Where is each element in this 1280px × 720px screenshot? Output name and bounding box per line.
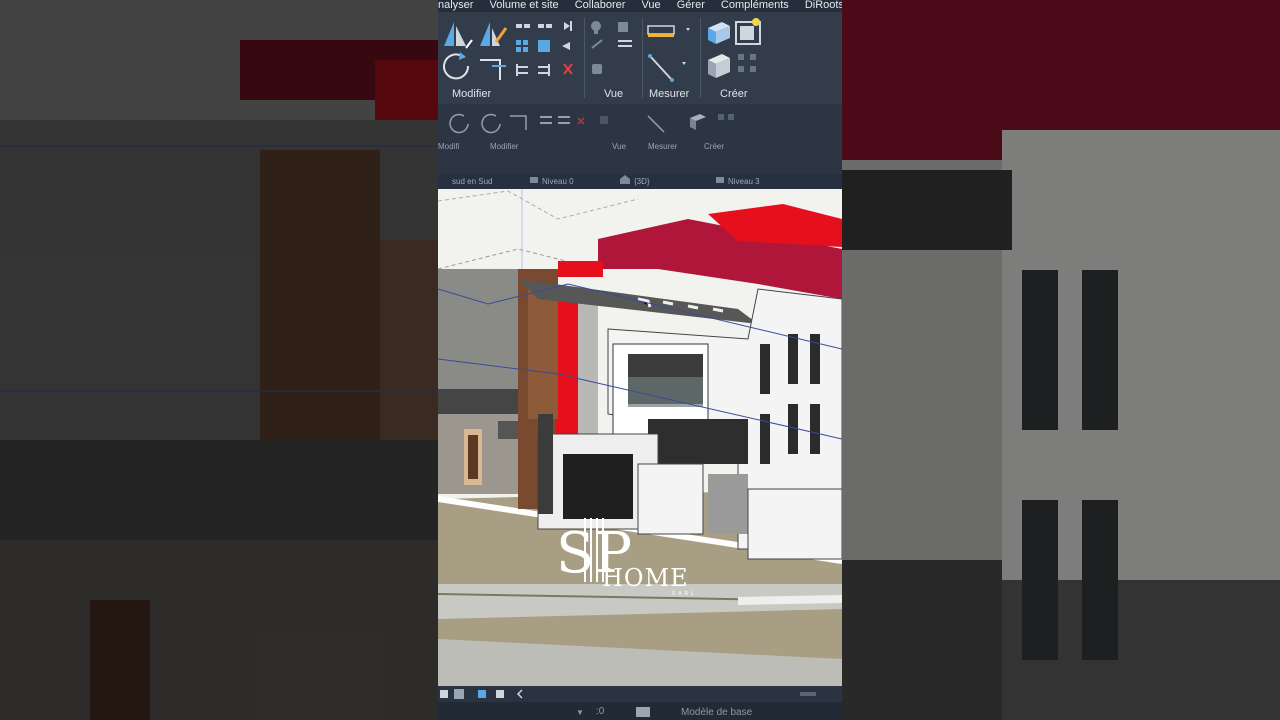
secondary-tools (449, 113, 734, 134)
menu-item-collaborer[interactable]: Collaborer (575, 0, 626, 11)
ribbon-group-vue: Vue (604, 88, 624, 100)
blurred-background-right (842, 0, 1280, 720)
status-bar: ▼ :0 Modèle de base (438, 702, 842, 720)
creer-tools[interactable] (704, 16, 774, 86)
logo-brand-text: HOME (602, 564, 689, 592)
workset-label[interactable]: Modèle de base (681, 707, 752, 718)
rotate-icon (443, 52, 470, 80)
model-icon (636, 707, 650, 720)
offset-icon (480, 22, 508, 46)
view-control-icons[interactable] (438, 686, 842, 702)
view-tab-icon-2 (716, 174, 724, 189)
view-tab-elevation[interactable]: sud en Sud (452, 174, 492, 189)
secondary-group-vue: Vue (612, 142, 626, 151)
menu-item-analyser[interactable]: nalyser (438, 0, 473, 11)
ribbon-group-mesurer: Mesurer (649, 88, 690, 100)
scale-value: :0 (596, 706, 605, 717)
revit-window: nalyser Volume et site Collaborer Vue Gé… (438, 0, 842, 720)
menu-item-gerer[interactable]: Gérer (677, 0, 705, 11)
secondary-group-creer: Créer (704, 142, 725, 151)
vue-tools[interactable] (588, 18, 638, 84)
trim-icon (480, 59, 506, 80)
small-tool-icons (516, 21, 573, 76)
secondary-group-1: Modifi (438, 142, 460, 151)
view-tab-3d[interactable]: {3D} (634, 174, 650, 189)
secondary-ribbon-panel: Modifi Modifier Vue Mesurer Créer (438, 104, 842, 174)
create-group-icon (735, 18, 761, 45)
home-icon (620, 174, 630, 189)
menu-bar: nalyser Volume et site Collaborer Vue Gé… (438, 0, 842, 12)
logo-sub-text: SARL (672, 591, 697, 597)
ribbon-group-creer: Créer (720, 88, 748, 100)
secondary-group-modifier: Modifier (490, 142, 519, 151)
menu-item-volume-et-site[interactable]: Volume et site (490, 0, 559, 11)
view-control-bar (438, 686, 842, 702)
view-tab-bar: sud en Sud Niveau 0 {3D} Niveau 3 (438, 174, 842, 189)
building-3d-model (438, 189, 842, 686)
ribbon-group-modifier: Modifier (452, 88, 492, 100)
measure-icon (647, 25, 690, 37)
menu-item-complements[interactable]: Compléments (721, 0, 789, 11)
view-tab-niveau-0[interactable]: Niveau 0 (542, 174, 574, 189)
sp-home-logo: SP HOME SARL (554, 514, 724, 597)
align-icon (444, 22, 473, 49)
view-tab-niveau-3[interactable]: Niveau 3 (728, 174, 760, 189)
modifier-tools[interactable] (440, 18, 580, 84)
dimension-icon (648, 54, 686, 82)
create-similar-icon (738, 54, 756, 72)
blurred-background-left (0, 0, 438, 720)
3d-viewport[interactable]: SP HOME SARL (438, 189, 842, 686)
create-assembly-icon (708, 54, 730, 78)
menu-item-vue[interactable]: Vue (642, 0, 661, 11)
create-part-icon (708, 22, 730, 44)
ribbon-panel: Modifier Vue Mesurer Créer (438, 12, 842, 104)
dropdown-arrow-icon[interactable]: ▼ (576, 708, 584, 717)
secondary-group-mesurer: Mesurer (648, 142, 678, 151)
mesurer-tools[interactable] (646, 18, 698, 84)
menu-item-diroots[interactable]: DiRoots (805, 0, 842, 11)
view-tab-icon (530, 174, 538, 189)
